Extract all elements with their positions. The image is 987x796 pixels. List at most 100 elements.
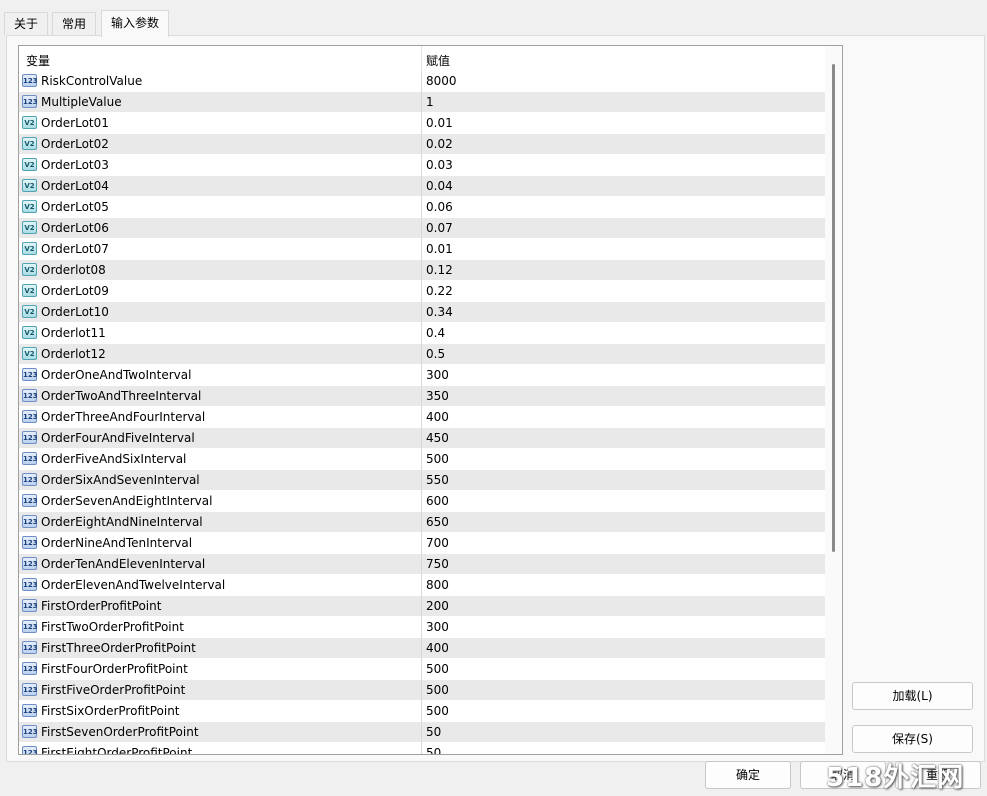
parameter-value[interactable]: 400	[426, 641, 449, 655]
parameter-name: OrderElevenAndTwelveInterval	[41, 578, 226, 592]
table-row[interactable]: V2 Orderlot12 0.5	[19, 344, 825, 365]
parameter-value[interactable]: 350	[426, 389, 449, 403]
parameter-name: FirstFourOrderProfitPoint	[41, 662, 188, 676]
tab-bar: 关于 常用 输入参数	[0, 0, 987, 37]
parameter-value[interactable]: 0.4	[426, 326, 445, 340]
table-row[interactable]: V2 Orderlot11 0.4	[19, 323, 825, 344]
parameter-value[interactable]: 500	[426, 704, 449, 718]
parameter-value[interactable]: 0.02	[426, 137, 453, 151]
parameter-value[interactable]: 1	[426, 95, 434, 109]
parameter-value[interactable]: 700	[426, 536, 449, 550]
table-row[interactable]: V2 OrderLot09 0.22	[19, 281, 825, 302]
table-row[interactable]: V2 OrderLot01 0.01	[19, 113, 825, 134]
parameter-name: OrderLot01	[41, 116, 109, 130]
parameter-value[interactable]: 8000	[426, 74, 457, 88]
integer-type-icon: 123	[22, 746, 38, 754]
table-row[interactable]: 123 RiskControlValue 8000	[19, 71, 825, 92]
parameter-value[interactable]: 0.22	[426, 284, 453, 298]
save-button[interactable]: 保存(S)	[852, 725, 973, 753]
parameter-value[interactable]: 0.06	[426, 200, 453, 214]
cell-divider	[421, 512, 422, 533]
ok-button[interactable]: 确定	[705, 761, 791, 789]
cell-divider	[421, 680, 422, 701]
column-header-variable[interactable]: 变量	[26, 52, 50, 69]
integer-type-icon: 123	[22, 74, 38, 87]
table-row[interactable]: 123 OrderFourAndFiveInterval 450	[19, 428, 825, 449]
load-button[interactable]: 加载(L)	[852, 682, 973, 710]
parameter-value[interactable]: 0.03	[426, 158, 453, 172]
table-row[interactable]: 123 OrderEightAndNineInterval 650	[19, 512, 825, 533]
table-row[interactable]: 123 FirstEightOrderProfitPoint 50	[19, 743, 825, 754]
table-row[interactable]: 123 FirstFourOrderProfitPoint 500	[19, 659, 825, 680]
parameter-value[interactable]: 0.5	[426, 347, 445, 361]
table-row[interactable]: 123 FirstThreeOrderProfitPoint 400	[19, 638, 825, 659]
parameter-value[interactable]: 750	[426, 557, 449, 571]
table-row[interactable]: 123 FirstSixOrderProfitPoint 500	[19, 701, 825, 722]
tab-common[interactable]: 常用	[52, 12, 97, 35]
double-type-icon: V2	[22, 326, 37, 339]
table-row[interactable]: 123 OrderSevenAndEightInterval 600	[19, 491, 825, 512]
table-row[interactable]: V2 OrderLot04 0.04	[19, 176, 825, 197]
parameter-name: OrderEightAndNineInterval	[41, 515, 203, 529]
table-row[interactable]: 123 OrderFiveAndSixInterval 500	[19, 449, 825, 470]
parameter-value[interactable]: 450	[426, 431, 449, 445]
parameter-value[interactable]: 0.01	[426, 242, 453, 256]
vertical-scrollbar[interactable]	[825, 46, 842, 754]
table-row[interactable]: V2 OrderLot10 0.34	[19, 302, 825, 323]
parameter-value[interactable]: 650	[426, 515, 449, 529]
scrollbar-thumb[interactable]	[832, 64, 835, 552]
parameter-value[interactable]: 550	[426, 473, 449, 487]
parameters-table: 变量 赋值 123 RiskControlValue 8000 123 Multiple…	[18, 45, 843, 755]
parameter-value[interactable]: 500	[426, 683, 449, 697]
parameter-value[interactable]: 0.34	[426, 305, 453, 319]
table-row[interactable]: 123 FirstSevenOrderProfitPoint 50	[19, 722, 825, 743]
cell-divider	[421, 71, 422, 92]
table-row[interactable]: 123 OrderOneAndTwoInterval 300	[19, 365, 825, 386]
table-row[interactable]: V2 OrderLot06 0.07	[19, 218, 825, 239]
parameter-name: FirstOrderProfitPoint	[41, 599, 162, 613]
table-row[interactable]: 123 OrderThreeAndFourInterval 400	[19, 407, 825, 428]
parameter-name: FirstTwoOrderProfitPoint	[41, 620, 184, 634]
parameter-value[interactable]: 0.01	[426, 116, 453, 130]
parameter-name: OrderLot03	[41, 158, 109, 172]
table-row[interactable]: 123 OrderNineAndTenInterval 700	[19, 533, 825, 554]
parameter-name: Orderlot12	[41, 347, 106, 361]
integer-type-icon: 123	[22, 599, 38, 612]
table-row[interactable]: 123 FirstFiveOrderProfitPoint 500	[19, 680, 825, 701]
table-row[interactable]: 123 FirstTwoOrderProfitPoint 300	[19, 617, 825, 638]
table-row[interactable]: 123 OrderElevenAndTwelveInterval 800	[19, 575, 825, 596]
parameter-value[interactable]: 800	[426, 578, 449, 592]
cell-divider	[421, 533, 422, 554]
parameter-value[interactable]: 200	[426, 599, 449, 613]
table-row[interactable]: V2 Orderlot08 0.12	[19, 260, 825, 281]
table-row[interactable]: V2 OrderLot07 0.01	[19, 239, 825, 260]
parameter-value[interactable]: 0.04	[426, 179, 453, 193]
parameter-value[interactable]: 50	[426, 725, 441, 739]
column-divider[interactable]	[421, 46, 422, 71]
parameter-value[interactable]: 0.12	[426, 263, 453, 277]
table-row[interactable]: 123 OrderTenAndElevenInterval 750	[19, 554, 825, 575]
table-row[interactable]: V2 OrderLot05 0.06	[19, 197, 825, 218]
parameter-value[interactable]: 0.07	[426, 221, 453, 235]
cell-divider	[421, 470, 422, 491]
tab-input-parameters[interactable]: 输入参数	[101, 10, 170, 37]
table-row[interactable]: 123 FirstOrderProfitPoint 200	[19, 596, 825, 617]
table-row[interactable]: 123 MultipleValue 1	[19, 92, 825, 113]
parameter-value[interactable]: 500	[426, 452, 449, 466]
parameter-value[interactable]: 600	[426, 494, 449, 508]
double-type-icon: V2	[22, 347, 37, 360]
parameter-value[interactable]: 300	[426, 620, 449, 634]
integer-type-icon: 123	[22, 641, 38, 654]
parameter-value[interactable]: 400	[426, 410, 449, 424]
tab-about[interactable]: 关于	[4, 12, 49, 35]
column-header-value[interactable]: 赋值	[426, 52, 450, 69]
parameter-name: OrderSevenAndEightInterval	[41, 494, 213, 508]
parameter-value[interactable]: 300	[426, 368, 449, 382]
table-row[interactable]: 123 OrderTwoAndThreeInterval 350	[19, 386, 825, 407]
table-row[interactable]: 123 OrderSixAndSevenInterval 550	[19, 470, 825, 491]
parameter-value[interactable]: 500	[426, 662, 449, 676]
parameter-name: OrderLot09	[41, 284, 109, 298]
table-row[interactable]: V2 OrderLot02 0.02	[19, 134, 825, 155]
parameter-value[interactable]: 50	[426, 746, 441, 754]
table-row[interactable]: V2 OrderLot03 0.03	[19, 155, 825, 176]
